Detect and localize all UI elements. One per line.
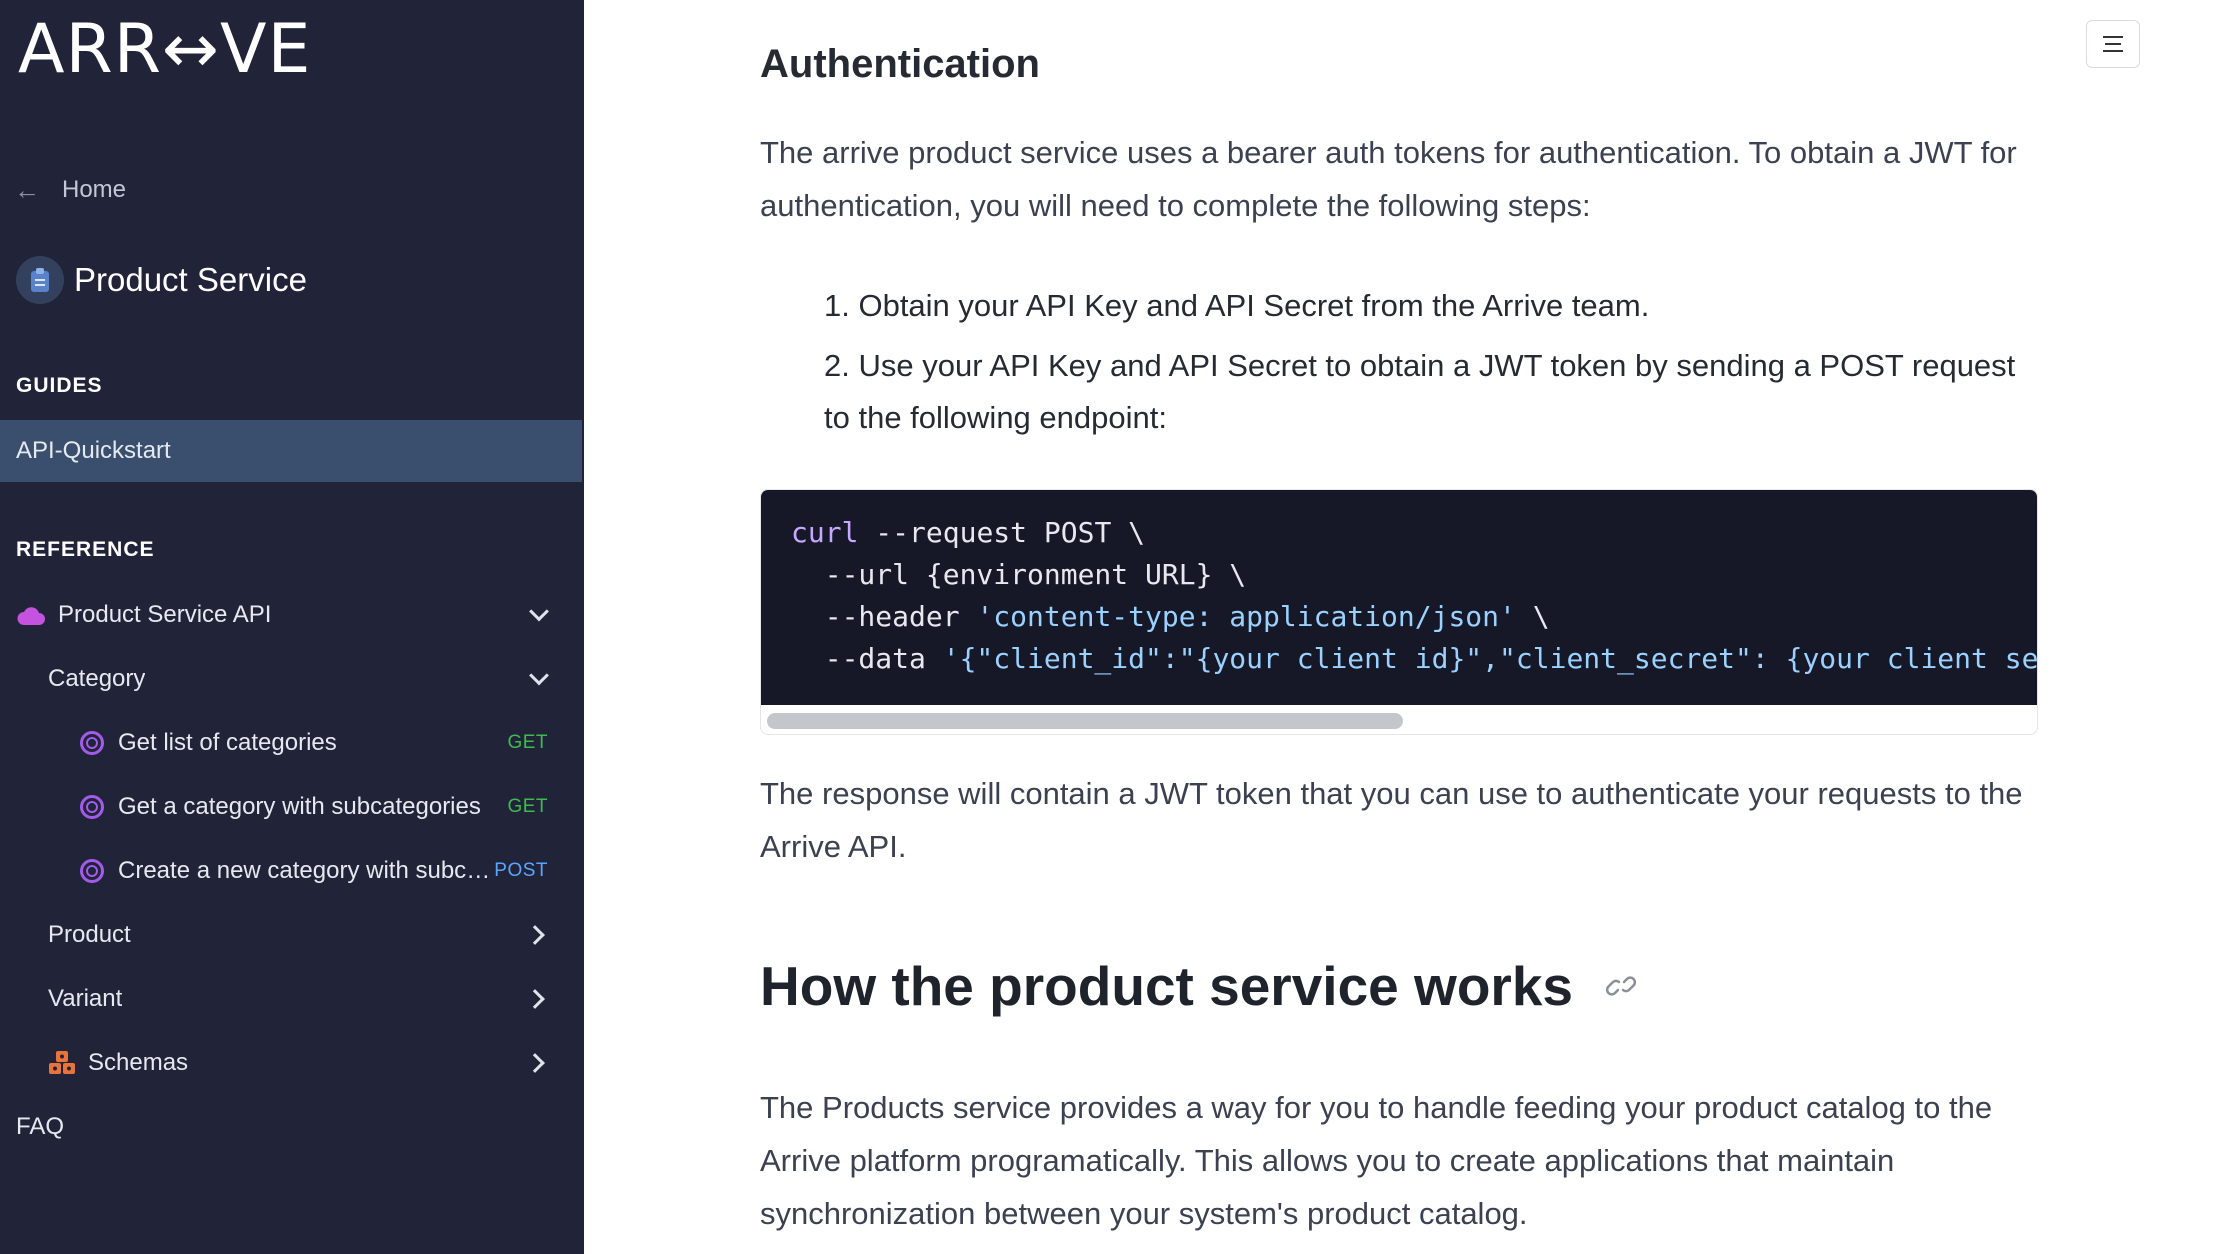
response-paragraph: The response will contain a JWT token th…	[760, 776, 2023, 864]
sidebar: ARR↔VE ← Home Product Service GUIDES API…	[0, 0, 584, 1254]
sidebar-item-api-quickstart[interactable]: API-Quickstart	[0, 420, 582, 482]
code-text: --url {environment URL} \	[791, 558, 1247, 591]
endpoint-icon	[80, 795, 104, 819]
sidebar-item-label: Product Service API	[58, 601, 272, 628]
steps-list: 1. Obtain your API Key and API Secret fr…	[824, 280, 2044, 452]
sidebar-item-label: Schemas	[88, 1049, 189, 1076]
sidebar-item-variant[interactable]: Variant	[0, 968, 582, 1030]
code-text: --header	[791, 600, 977, 633]
chevron-right-icon[interactable]	[525, 925, 545, 945]
link-icon[interactable]	[1605, 973, 1637, 999]
code-text: \	[1515, 600, 1550, 633]
chevron-down-icon[interactable]	[529, 601, 549, 622]
sidebar-item-label: FAQ	[16, 1113, 65, 1140]
hamburger-menu-button[interactable]	[2086, 20, 2140, 68]
curl-code: curl --request POST \ --url {environment…	[791, 512, 2038, 680]
sidebar-item-category[interactable]: Category	[0, 648, 582, 710]
schemas-cubes-icon	[48, 1050, 76, 1076]
chevron-right-icon[interactable]	[525, 1053, 545, 1073]
how-it-works-paragraph: The Products service provides a way for …	[760, 1090, 1993, 1231]
sidebar-item-label: Product	[48, 921, 131, 948]
method-badge: GET	[507, 796, 548, 817]
sidebar-item-label: Variant	[48, 985, 123, 1012]
code-string: 'content-type: application/json'	[976, 600, 1516, 633]
sidebar-item-endpoint-create-category[interactable]: Create a new category with subcategories…	[0, 840, 582, 902]
guides-section-label: GUIDES	[16, 374, 103, 397]
home-link[interactable]: ← Home	[14, 170, 126, 210]
endpoint-label: Create a new category with subcategories	[118, 857, 496, 884]
code-area: curl --request POST \ --url {environment…	[761, 490, 2038, 705]
code-command: curl	[791, 516, 859, 549]
horizontal-scrollbar[interactable]	[767, 713, 1403, 729]
sidebar-item-endpoint-get-categories[interactable]: Get list of categories GET	[0, 712, 582, 774]
main-content: Authentication The arrive product servic…	[584, 0, 2214, 1254]
sidebar-item-product-service-api[interactable]: Product Service API	[0, 584, 582, 646]
clipboard-icon	[16, 256, 64, 304]
how-it-works-heading: How the product service works	[760, 954, 1637, 1018]
menu-icon-line	[2105, 43, 2121, 45]
sidebar-item-schemas[interactable]: Schemas	[0, 1032, 582, 1094]
endpoint-icon	[80, 731, 104, 755]
cloud-icon	[16, 604, 46, 626]
menu-icon-line	[2103, 50, 2123, 52]
reference-section-label: REFERENCE	[16, 538, 155, 561]
chevron-down-icon[interactable]	[529, 665, 549, 686]
sidebar-item-product[interactable]: Product	[0, 904, 582, 966]
menu-icon-line	[2103, 36, 2123, 38]
sidebar-item-faq[interactable]: FAQ	[0, 1096, 582, 1158]
how-it-works-title: How the product service works	[760, 955, 1573, 1017]
arrive-logo[interactable]: ARR↔VE	[18, 10, 311, 90]
endpoint-label: Get a category with subcategories	[118, 793, 481, 820]
sidebar-item-label: API-Quickstart	[16, 437, 171, 464]
code-string: '{"client_id":"{your client id}","client…	[942, 642, 2038, 675]
authentication-intro: The arrive product service uses a bearer…	[760, 135, 2017, 223]
endpoint-label: Get list of categories	[118, 729, 337, 756]
method-badge: POST	[494, 860, 548, 881]
arrow-left-icon: ←	[14, 174, 40, 205]
method-badge: GET	[507, 732, 548, 753]
sidebar-item-label: Category	[48, 665, 146, 692]
code-text: --request POST \	[858, 516, 1146, 549]
chevron-right-icon[interactable]	[525, 989, 545, 1009]
service-name: Product Service	[74, 261, 307, 298]
home-label: Home	[62, 176, 127, 203]
authentication-heading: Authentication	[760, 42, 1040, 86]
step-item: 2. Use your API Key and API Secret to ob…	[824, 348, 2016, 435]
service-title[interactable]: Product Service	[16, 254, 307, 306]
code-text: --data	[791, 642, 943, 675]
sidebar-item-endpoint-get-category[interactable]: Get a category with subcategories GET	[0, 776, 582, 838]
step-item: 1. Obtain your API Key and API Secret fr…	[824, 288, 1650, 323]
endpoint-icon	[80, 859, 104, 883]
code-block[interactable]: curl --request POST \ --url {environment…	[760, 489, 2038, 735]
